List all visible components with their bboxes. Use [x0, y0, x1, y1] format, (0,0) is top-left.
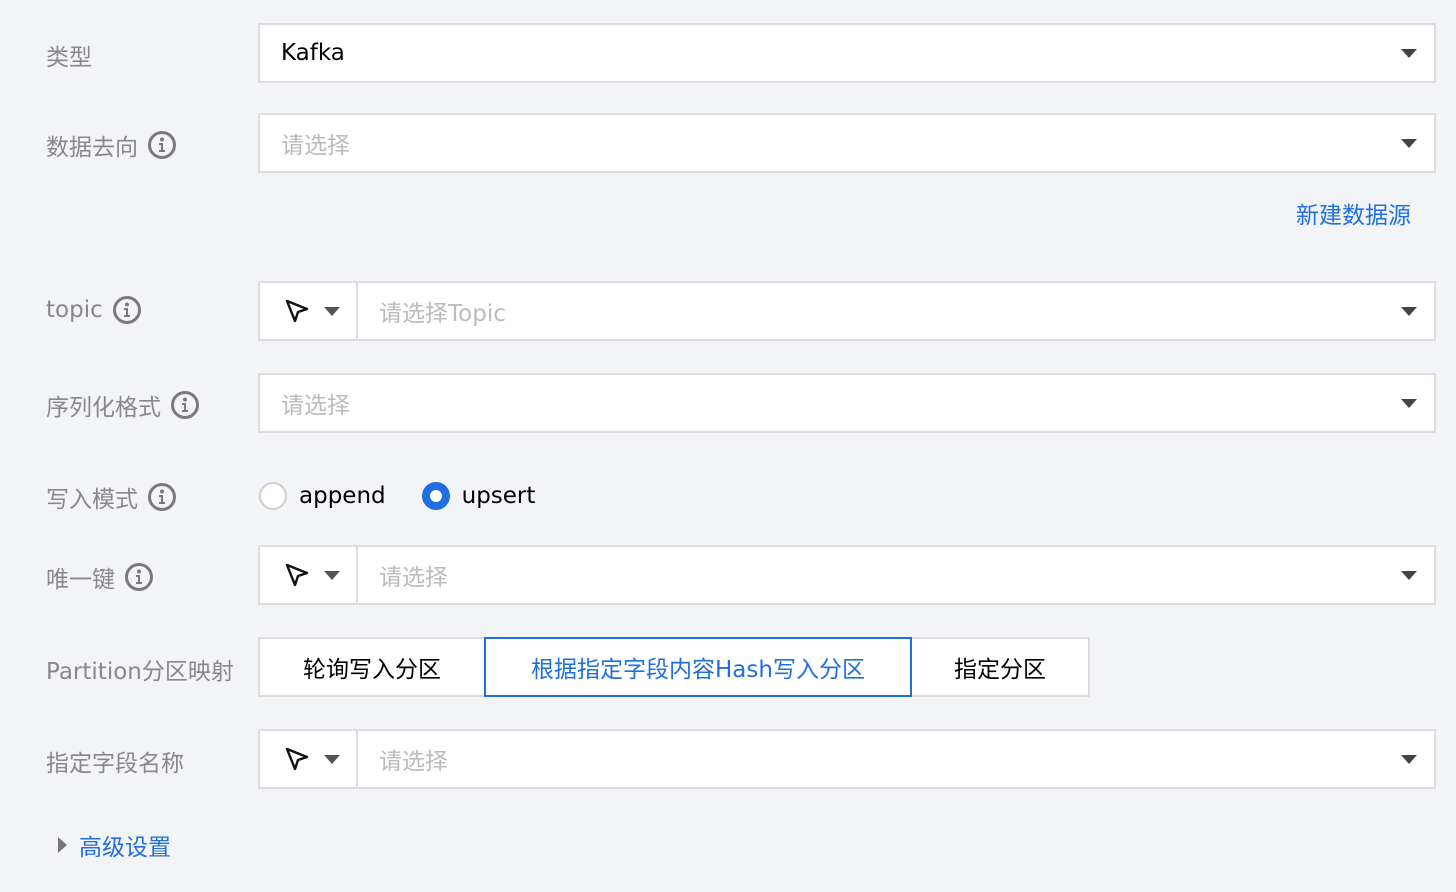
caret-down-icon	[1401, 754, 1417, 764]
caret-down-icon	[1401, 138, 1417, 148]
radio-label: upsert	[461, 483, 536, 509]
field-name-mode-select[interactable]	[258, 729, 358, 789]
advanced-settings-label: 高级设置	[79, 835, 171, 861]
caret-down-icon	[1401, 398, 1417, 408]
topic-mode-select[interactable]	[258, 281, 358, 341]
info-icon[interactable]	[148, 131, 176, 159]
caret-down-icon	[1401, 306, 1417, 316]
radio-button-checked[interactable]	[421, 482, 450, 510]
cursor-pointer-icon	[285, 747, 309, 771]
type-label: 类型	[46, 45, 92, 71]
data-target-select[interactable]: 请选择	[258, 113, 1436, 173]
caret-down-icon	[324, 754, 340, 764]
serialization-select[interactable]: 请选择	[258, 373, 1436, 433]
topic-label: topic	[46, 296, 141, 324]
new-datasource-link[interactable]: 新建数据源	[1296, 196, 1411, 230]
cursor-pointer-icon	[285, 299, 309, 323]
info-icon[interactable]	[171, 391, 199, 419]
info-icon[interactable]	[148, 483, 176, 511]
unique-key-mode-select[interactable]	[258, 545, 358, 605]
partition-option-specified[interactable]: 指定分区	[910, 637, 1090, 697]
partition-option-round-robin[interactable]: 轮询写入分区	[258, 637, 486, 697]
unique-key-select[interactable]: 请选择	[356, 545, 1436, 605]
type-select[interactable]: Kafka	[258, 23, 1436, 83]
unique-key-placeholder: 请选择	[379, 565, 448, 591]
serialization-label: 序列化格式	[46, 388, 199, 422]
topic-select[interactable]: 请选择Topic	[356, 281, 1436, 341]
caret-down-icon	[1401, 570, 1417, 580]
radio-upsert[interactable]: upsert	[421, 482, 536, 510]
partition-label: Partition分区映射	[46, 659, 234, 685]
radio-append[interactable]: append	[259, 482, 386, 510]
write-mode-radio-group: append upsert	[259, 482, 571, 510]
advanced-settings-toggle[interactable]: 高级设置	[58, 828, 171, 862]
data-target-placeholder: 请选择	[281, 133, 350, 159]
type-select-value: Kafka	[281, 40, 345, 66]
caret-down-icon	[324, 306, 340, 316]
info-icon[interactable]	[125, 563, 153, 591]
field-name-select[interactable]: 请选择	[356, 729, 1436, 789]
unique-key-label: 唯一键	[46, 560, 153, 594]
write-mode-label: 写入模式	[46, 480, 176, 514]
topic-placeholder: 请选择Topic	[379, 301, 506, 327]
field-name-label: 指定字段名称	[46, 751, 184, 777]
data-target-label: 数据去向	[46, 128, 176, 162]
cursor-pointer-icon	[285, 563, 309, 587]
caret-down-icon	[324, 570, 340, 580]
partition-segmented-control: 轮询写入分区 根据指定字段内容Hash写入分区 指定分区	[258, 637, 1090, 697]
partition-option-hash[interactable]: 根据指定字段内容Hash写入分区	[484, 637, 912, 697]
caret-right-icon	[58, 837, 67, 853]
serialization-placeholder: 请选择	[281, 393, 350, 419]
caret-down-icon	[1401, 48, 1417, 58]
radio-button[interactable]	[259, 482, 287, 510]
info-icon[interactable]	[112, 296, 141, 324]
radio-label: append	[299, 483, 386, 509]
field-name-placeholder: 请选择	[379, 749, 448, 775]
